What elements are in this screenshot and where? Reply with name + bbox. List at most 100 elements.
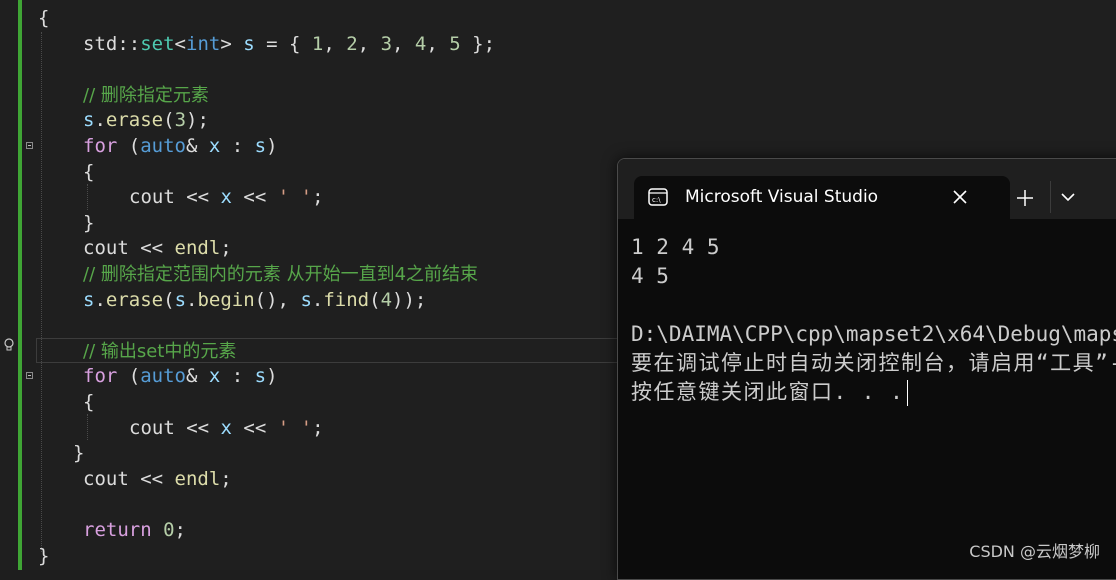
code-token: << xyxy=(128,467,175,490)
svg-text:c:\: c:\ xyxy=(652,196,661,204)
code-token: x xyxy=(208,365,221,388)
code-token: ( xyxy=(369,288,381,311)
code-line[interactable]: cout << endl; xyxy=(83,236,232,260)
console-app-icon: c:\ xyxy=(648,188,668,206)
code-token: // 删除指定范围内的元素 从开始一直到4之前结束 xyxy=(83,264,479,285)
code-token: ' ' xyxy=(277,416,313,439)
code-line[interactable]: { xyxy=(83,390,94,414)
code-token: << xyxy=(231,186,278,209)
code-token: } xyxy=(38,544,50,567)
code-token: int xyxy=(186,32,221,55)
code-token: cout xyxy=(129,186,175,209)
code-token: erase xyxy=(105,288,164,311)
code-token: 1 xyxy=(311,32,324,55)
code-token: ; xyxy=(312,416,324,439)
indent-guide xyxy=(41,32,42,552)
code-token: endl xyxy=(174,237,221,260)
titlebar-divider xyxy=(1050,181,1051,213)
code-token: { xyxy=(83,391,95,413)
code-line[interactable]: return 0; xyxy=(83,518,186,542)
console-output[interactable]: 1 2 4 5 4 5 D:\DAIMA\CPP\cpp\mapset2\x64… xyxy=(631,233,1116,407)
code-token: { xyxy=(83,160,95,183)
code-token: . xyxy=(94,109,106,132)
fold-toggle-for-loop-1[interactable] xyxy=(26,142,33,149)
code-token: = { xyxy=(254,32,312,55)
code-token: & xyxy=(185,365,209,388)
code-token: ) xyxy=(266,365,278,388)
code-line[interactable]: // 删除指定元素 xyxy=(83,83,209,107)
code-token: > xyxy=(220,32,244,55)
code-token: cout xyxy=(83,467,129,490)
code-token: << xyxy=(174,186,221,209)
code-token: s xyxy=(300,288,312,311)
plus-icon[interactable] xyxy=(1012,185,1038,211)
code-line[interactable]: } xyxy=(83,211,94,235)
window-titlebar[interactable]: c:\ Microsoft Visual Studio 调试控制台 xyxy=(618,159,1116,219)
code-line[interactable]: cout << x << ' '; xyxy=(129,185,324,209)
code-token: ' ' xyxy=(277,186,313,209)
code-token: s xyxy=(83,109,95,132)
code-token: auto xyxy=(140,135,186,157)
code-line[interactable]: } xyxy=(38,544,49,568)
code-token: s xyxy=(254,365,267,388)
console-line: 按任意键关闭此窗口. . . xyxy=(631,380,905,404)
code-line[interactable]: for (auto& x : s) xyxy=(83,134,278,158)
code-line[interactable]: s.erase(s.begin(), s.find(4)); xyxy=(83,288,426,312)
code-token: 3 xyxy=(380,32,393,55)
code-token: :: xyxy=(117,32,141,55)
code-line[interactable]: std::set<int> s = { 1, 2, 3, 4, 5 }; xyxy=(83,32,495,56)
code-line[interactable]: cout << x << ' '; xyxy=(129,416,324,440)
code-token: << xyxy=(231,416,278,439)
code-token: for xyxy=(83,135,118,157)
code-token: find xyxy=(323,288,370,311)
code-token: , xyxy=(426,32,450,55)
code-token: )); xyxy=(392,288,427,311)
indent-guide xyxy=(87,414,88,440)
lightbulb-icon[interactable] xyxy=(3,338,15,352)
code-line[interactable]: s.erase(3); xyxy=(83,108,209,132)
code-token: cout xyxy=(129,416,175,439)
code-token: cout xyxy=(83,237,129,260)
code-token: ( xyxy=(117,135,141,157)
console-tab[interactable]: c:\ Microsoft Visual Studio 调试控制台 xyxy=(634,176,1010,219)
fold-toggle-for-loop-2[interactable] xyxy=(26,372,33,379)
code-token: // 删除指定元素 xyxy=(83,84,209,106)
code-line[interactable]: { xyxy=(83,160,94,184)
code-token: ( xyxy=(163,288,175,311)
code-token: 2 xyxy=(346,32,358,55)
code-line[interactable]: // 输出set中的元素 xyxy=(83,339,236,363)
code-token: : xyxy=(220,135,255,157)
code-token: << xyxy=(128,237,175,260)
watermark: CSDN @云烟梦柳 xyxy=(969,542,1100,561)
close-icon[interactable] xyxy=(950,187,970,207)
debug-console-window[interactable]: c:\ Microsoft Visual Studio 调试控制台 1 2 4 … xyxy=(617,158,1116,580)
code-token: begin xyxy=(197,288,255,311)
code-line[interactable]: } xyxy=(73,441,84,465)
code-line[interactable]: { xyxy=(38,6,49,30)
code-token: }; xyxy=(460,32,496,55)
console-line: 1 2 4 5 xyxy=(631,235,720,259)
code-line[interactable]: for (auto& x : s) xyxy=(83,364,278,388)
code-token: x xyxy=(220,416,232,439)
tab-title: Microsoft Visual Studio 调试控制台 xyxy=(685,187,883,207)
console-line: D:\DAIMA\CPP\cpp\mapset2\x64\Debug\mapse… xyxy=(631,322,1116,346)
code-token: erase xyxy=(105,109,164,132)
code-token: < xyxy=(174,32,186,55)
code-token: . xyxy=(94,288,106,311)
code-token: } xyxy=(83,211,95,234)
code-token: 4 xyxy=(380,288,393,311)
code-line[interactable]: // 删除指定范围内的元素 从开始一直到4之前结束 xyxy=(83,262,478,286)
code-token: , xyxy=(357,32,381,55)
indent-guide xyxy=(87,184,88,210)
code-token: : xyxy=(220,365,255,388)
code-line[interactable]: cout << endl; xyxy=(83,467,232,491)
chevron-down-icon[interactable] xyxy=(1059,188,1077,206)
code-token: x xyxy=(208,135,221,157)
code-token: std xyxy=(83,32,118,55)
code-token: auto xyxy=(140,365,186,388)
code-token: 5 xyxy=(449,32,461,55)
console-prompt-line: 按任意键关闭此窗口. . . xyxy=(631,378,1116,407)
code-token: ; xyxy=(220,237,232,260)
code-token: s xyxy=(83,288,95,311)
